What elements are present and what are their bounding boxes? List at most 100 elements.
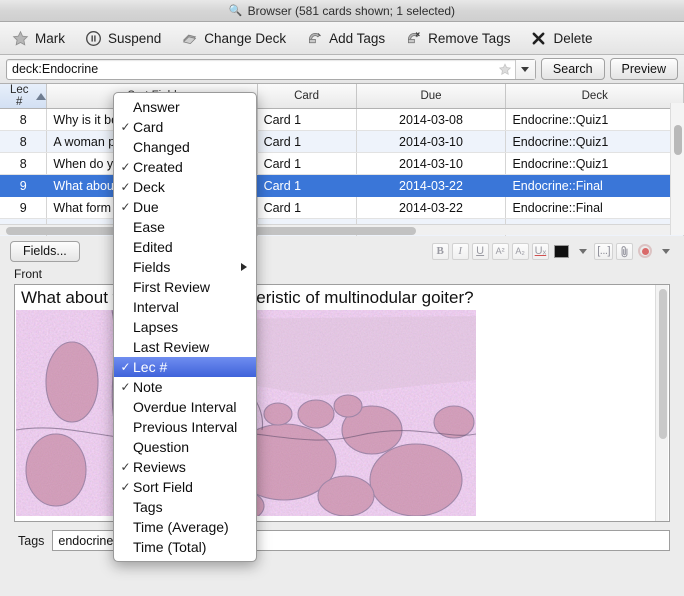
x-cross-icon xyxy=(530,30,547,47)
chevron-down-icon xyxy=(661,248,670,254)
menu-item-due[interactable]: ✓ Due xyxy=(114,197,256,217)
superscript-button[interactable]: A² xyxy=(491,242,509,260)
menu-item-first-review[interactable]: First Review xyxy=(114,277,256,297)
preview-button[interactable]: Preview xyxy=(609,58,678,80)
search-history-dropdown[interactable] xyxy=(514,59,535,79)
menu-item-interval[interactable]: Interval xyxy=(114,297,256,317)
checkmark-icon: ✓ xyxy=(120,180,131,194)
table-horizontal-scrollbar[interactable] xyxy=(0,224,670,235)
menu-item-lapses[interactable]: Lapses xyxy=(114,317,256,337)
cell-lec: 8 xyxy=(0,130,48,153)
clear-formatting-button[interactable]: Uₓ xyxy=(531,242,550,260)
cell-card: Card 1 xyxy=(257,130,357,153)
text-color-dropdown[interactable] xyxy=(574,243,591,260)
checkmark-icon: ✓ xyxy=(120,360,131,374)
table-row[interactable]: 9 What form of thyroid nod... Card 1 201… xyxy=(0,196,684,219)
change-deck-button[interactable]: Change Deck xyxy=(181,30,286,47)
column-header-lec[interactable]: Lec # xyxy=(0,84,48,109)
menu-item-label: Lapses xyxy=(133,319,179,335)
remove-tags-button-label: Remove Tags xyxy=(428,30,511,46)
cards-table: Lec # Sort Field Card Due Deck xyxy=(0,84,684,241)
menu-item-question[interactable]: Question xyxy=(114,437,256,457)
table-vertical-scrollbar-thumb[interactable] xyxy=(674,125,682,155)
columns-context-menu[interactable]: Answer ✓ Card Changed ✓ Created ✓ Deck ✓ Due… xyxy=(113,92,257,562)
suspend-button-label: Suspend xyxy=(108,30,162,46)
menu-item-time-total[interactable]: Time (Total) xyxy=(114,537,256,557)
table-row[interactable]: 8 Why is it better to dose tha... Card 1… xyxy=(0,108,684,131)
menu-item-label: First Review xyxy=(133,279,211,295)
menu-item-fields[interactable]: Fields xyxy=(114,257,256,277)
table-row[interactable]: 8 When do you worry if a patie... Card 1… xyxy=(0,152,684,175)
menu-item-time-average[interactable]: Time (Average) xyxy=(114,517,256,537)
menu-item-tags[interactable]: Tags xyxy=(114,497,256,517)
menu-item-label: Deck xyxy=(133,179,165,195)
menu-item-label: Tags xyxy=(133,499,163,515)
star-outline-icon[interactable] xyxy=(495,62,515,76)
cloze-button[interactable]: [...] xyxy=(594,242,613,260)
menu-item-note[interactable]: ✓ Note xyxy=(114,377,256,397)
menu-item-edited[interactable]: Edited xyxy=(114,237,256,257)
paperclip-icon xyxy=(621,245,628,257)
record-audio-button[interactable] xyxy=(636,243,654,260)
menu-item-label: Lec # xyxy=(133,359,168,375)
column-header-due[interactable]: Due xyxy=(356,84,507,109)
deck-icon xyxy=(181,30,198,47)
column-header-deck[interactable]: Deck xyxy=(505,84,684,109)
suspend-button[interactable]: Suspend xyxy=(85,30,161,47)
menu-item-label: Changed xyxy=(133,139,190,155)
cell-deck: Endocrine::Quiz1 xyxy=(505,130,684,153)
menu-item-previous-interval[interactable]: Previous Interval xyxy=(114,417,256,437)
remove-tags-button[interactable]: Remove Tags xyxy=(405,30,510,47)
underline-button[interactable]: U xyxy=(471,242,489,260)
front-field-scrollbar-thumb[interactable] xyxy=(659,289,667,439)
checkmark-icon: ✓ xyxy=(120,480,131,494)
checkmark-icon: ✓ xyxy=(120,200,131,214)
mark-button[interactable]: Mark xyxy=(12,30,65,47)
menu-item-label: Time (Average) xyxy=(133,519,229,535)
cell-lec: 8 xyxy=(0,152,48,175)
bold-button[interactable]: B xyxy=(431,242,449,260)
menu-item-ease[interactable]: Ease xyxy=(114,217,256,237)
more-options-dropdown[interactable] xyxy=(657,243,674,260)
star-icon xyxy=(12,30,29,47)
menu-item-last-review[interactable]: Last Review xyxy=(114,337,256,357)
table-vertical-scrollbar[interactable] xyxy=(670,103,684,235)
pause-circle-icon xyxy=(85,30,102,47)
menu-item-deck[interactable]: ✓ Deck xyxy=(114,177,256,197)
column-header-card[interactable]: Card xyxy=(257,84,357,109)
menu-item-overdue-interval[interactable]: Overdue Interval xyxy=(114,397,256,417)
tag-plus-icon xyxy=(306,30,323,47)
front-field-scrollbar[interactable] xyxy=(655,285,668,521)
italic-button[interactable]: I xyxy=(451,242,469,260)
menu-item-sort-field[interactable]: ✓ Sort Field xyxy=(114,477,256,497)
menu-item-answer[interactable]: Answer xyxy=(114,97,256,117)
menu-item-card[interactable]: ✓ Card xyxy=(114,117,256,137)
table-row[interactable]: 8 A woman presents with fatig... Card 1 … xyxy=(0,130,684,153)
cards-table-container: Lec # Sort Field Card Due Deck xyxy=(0,84,684,241)
search-input[interactable]: deck:Endocrine xyxy=(6,58,536,80)
column-header-lec-label: Lec # xyxy=(9,84,29,108)
delete-button[interactable]: Delete xyxy=(530,30,592,47)
add-tags-button[interactable]: Add Tags xyxy=(306,30,385,47)
fields-button[interactable]: Fields... xyxy=(10,240,80,262)
search-bar: deck:Endocrine Search Preview xyxy=(0,55,684,84)
submenu-arrow-icon xyxy=(241,263,247,271)
cards-table-header-row: Lec # Sort Field Card Due Deck xyxy=(0,84,684,109)
menu-item-reviews[interactable]: ✓ Reviews xyxy=(114,457,256,477)
menu-item-label: Previous Interval xyxy=(133,419,238,435)
menu-item-label: Question xyxy=(133,439,190,455)
subscript-button[interactable]: A₂ xyxy=(511,242,529,260)
menu-item-label: Interval xyxy=(133,299,179,315)
menu-item-lec[interactable]: ✓ Lec # xyxy=(114,357,256,377)
menu-item-changed[interactable]: Changed xyxy=(114,137,256,157)
menu-item-label: Reviews xyxy=(133,459,186,475)
menu-item-label: Note xyxy=(133,379,163,395)
table-row-selected[interactable]: 9 What about this slide is char... Card … xyxy=(0,174,684,197)
text-color-swatch[interactable] xyxy=(552,243,571,260)
search-button[interactable]: Search xyxy=(540,58,605,80)
menu-item-created[interactable]: ✓ Created xyxy=(114,157,256,177)
menu-item-label: Last Review xyxy=(133,339,210,355)
chevron-down-icon xyxy=(578,248,587,254)
attach-media-button[interactable] xyxy=(616,242,633,260)
sort-ascending-icon xyxy=(36,92,47,100)
